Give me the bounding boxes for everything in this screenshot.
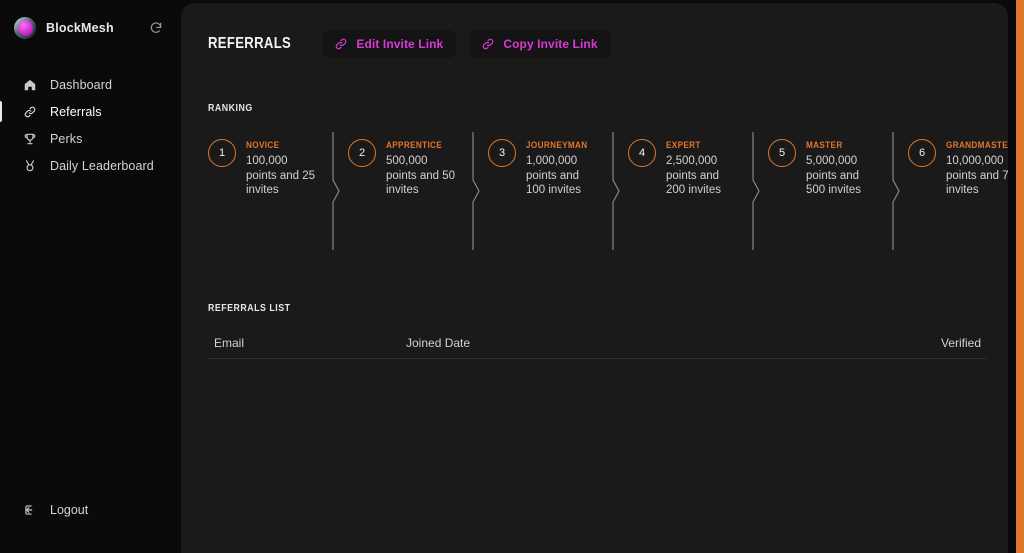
sidebar: BlockMesh Dashboard Referrals Perks Dail… <box>0 0 181 553</box>
table-body <box>208 359 987 369</box>
main-area: REFERRALS Edit Invite Link Copy Invite L… <box>181 0 1024 553</box>
tier-name: EXPERT <box>666 140 701 151</box>
tier-number: 4 <box>628 139 656 167</box>
ranking-tier: 5 MASTER 5,000,000 points and 500 invite… <box>768 132 878 198</box>
sidebar-item-referrals[interactable]: Referrals <box>0 98 181 125</box>
column-header-email: Email <box>214 336 245 350</box>
logout-icon <box>22 503 37 518</box>
tier-description: 2,500,000 points and 200 invites <box>666 155 721 197</box>
tier-number: 3 <box>488 139 516 167</box>
tier-name: GRANDMASTER <box>946 140 1008 151</box>
page-title: REFERRALS <box>208 35 292 52</box>
chain-link-icon <box>334 37 348 51</box>
brand-name: BlockMesh <box>46 21 114 35</box>
page-header: REFERRALS Edit Invite Link Copy Invite L… <box>208 30 1008 58</box>
column-header-verified: Verified <box>940 336 981 350</box>
page-scrollbar[interactable] <box>1016 0 1024 553</box>
main-panel: REFERRALS Edit Invite Link Copy Invite L… <box>181 3 1008 553</box>
sidebar-item-label: Daily Leaderboard <box>50 158 154 173</box>
copy-invite-link-button[interactable]: Copy Invite Link <box>470 30 611 58</box>
tier-divider-icon <box>738 132 768 250</box>
tier-description: 5,000,000 points and 500 invites <box>806 155 861 197</box>
tier-divider-icon <box>458 132 488 250</box>
logout-section: Logout <box>0 497 181 523</box>
app-root: BlockMesh Dashboard Referrals Perks Dail… <box>0 0 1024 553</box>
tier-name: NOVICE <box>246 140 280 151</box>
table-header-row: Email Joined Date Verified <box>208 336 987 359</box>
refresh-icon[interactable] <box>147 19 165 37</box>
tier-description: 100,000 points and 25 invites <box>246 155 316 197</box>
ranking-section-title: RANKING <box>208 102 253 114</box>
logout-label: Logout <box>50 503 89 517</box>
edit-invite-link-label: Edit Invite Link <box>356 37 444 51</box>
tier-number: 1 <box>208 139 236 167</box>
tier-divider-icon <box>598 132 628 250</box>
sidebar-item-daily-leaderboard[interactable]: Daily Leaderboard <box>0 152 181 179</box>
referrals-list-title: REFERRALS LIST <box>208 302 291 314</box>
sidebar-item-label: Referrals <box>50 104 102 119</box>
tier-description: 1,000,000 points and 100 invites <box>526 155 581 197</box>
tier-number: 2 <box>348 139 376 167</box>
logout-button[interactable]: Logout <box>0 497 181 523</box>
copy-invite-link-label: Copy Invite Link <box>503 37 598 51</box>
sidebar-item-perks[interactable]: Perks <box>0 125 181 152</box>
ranking-tier: 4 EXPERT 2,500,000 points and 200 invite… <box>628 132 738 198</box>
brand-header: BlockMesh <box>0 0 181 56</box>
tier-description: 10,000,000 points and 750 invites <box>946 155 1008 197</box>
sidebar-nav: Dashboard Referrals Perks Daily Leaderbo… <box>0 71 181 179</box>
scrollbar-thumb[interactable] <box>1016 0 1024 553</box>
home-icon <box>22 77 37 92</box>
tier-divider-icon <box>318 132 348 250</box>
ranking-tier-list: 1 NOVICE 100,000 points and 25 invites 2… <box>208 132 1008 250</box>
sidebar-item-label: Dashboard <box>50 77 113 92</box>
edit-invite-link-button[interactable]: Edit Invite Link <box>323 30 457 58</box>
referrals-table: Email Joined Date Verified <box>208 336 987 369</box>
tier-description: 500,000 points and 50 invites <box>386 155 456 197</box>
link-icon <box>22 104 37 119</box>
tier-number: 5 <box>768 139 796 167</box>
tier-name: APPRENTICE <box>386 140 443 151</box>
sidebar-item-label: Perks <box>50 131 83 146</box>
column-header-joined-date: Joined Date <box>406 336 471 350</box>
trophy-icon <box>22 131 37 146</box>
ranking-tier: 3 JOURNEYMAN 1,000,000 points and 100 in… <box>488 132 598 198</box>
tier-name: MASTER <box>806 140 843 151</box>
blockmesh-logo-icon <box>14 17 36 39</box>
medal-icon <box>22 158 37 173</box>
ranking-tier: 6 GRANDMASTER 10,000,000 points and 750 … <box>908 132 1008 198</box>
tier-number: 6 <box>908 139 936 167</box>
sidebar-item-dashboard[interactable]: Dashboard <box>0 71 181 98</box>
tier-name: JOURNEYMAN <box>526 140 588 151</box>
ranking-tier: 1 NOVICE 100,000 points and 25 invites <box>208 132 318 198</box>
ranking-tier: 2 APPRENTICE 500,000 points and 50 invit… <box>348 132 458 198</box>
chain-link-icon <box>481 37 495 51</box>
tier-divider-icon <box>878 132 908 250</box>
